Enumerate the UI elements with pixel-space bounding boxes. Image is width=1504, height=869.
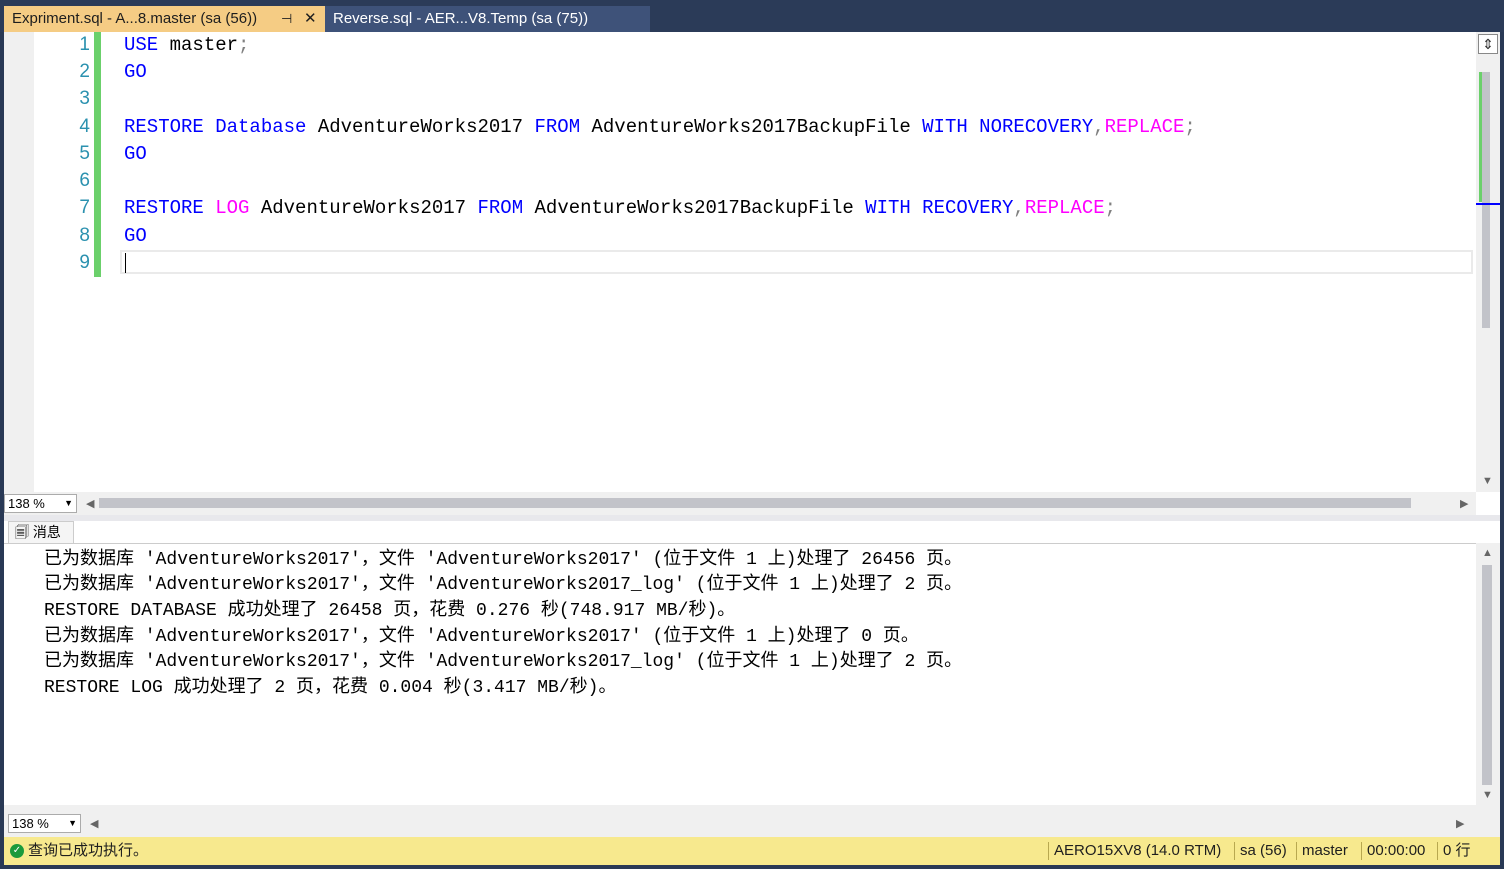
line-number: 4 [79, 116, 90, 137]
tab-label: Reverse.sql - AER...V8.Temp (sa (75)) [333, 10, 589, 27]
editor-vertical-scrollbar[interactable]: ⇕ ▼ [1476, 32, 1500, 492]
caret-position-marker [1476, 203, 1500, 205]
status-elapsed-time: 00:00:00 [1367, 842, 1426, 859]
code-line-1: USE master; [124, 34, 250, 56]
code-line-5: GO [124, 143, 147, 165]
close-icon[interactable]: ✕ [304, 6, 317, 32]
message-line: RESTORE DATABASE 成功处理了 26458 页，花费 0.276 … [44, 601, 736, 621]
message-line: 已为数据库 'AdventureWorks2017'，文件 'Adventure… [44, 627, 919, 647]
status-user: sa (56) [1240, 842, 1287, 859]
scroll-left-arrow-icon[interactable]: ◀ [90, 817, 98, 830]
zoom-select-messages[interactable]: 138 % ▼ [8, 814, 81, 833]
line-number: 9 [79, 252, 90, 273]
line-number: 7 [79, 197, 90, 218]
status-bar: ✓ 查询已成功执行。 AERO15XV8 (14.0 RTM) sa (56) … [4, 837, 1500, 865]
scroll-thumb[interactable] [1482, 565, 1492, 785]
chevron-down-icon: ▼ [68, 818, 77, 828]
line-number: 6 [79, 170, 90, 191]
query-editor[interactable]: 1 2 3 4 5 6 7 8 9 USE master; GO RESTORE… [4, 32, 1500, 492]
document-window: 1 2 3 4 5 6 7 8 9 USE master; GO RESTORE… [4, 32, 1500, 865]
messages-icon: 🗐 [15, 524, 29, 540]
line-number: 1 [79, 34, 90, 55]
status-message: 查询已成功执行。 [28, 842, 149, 859]
message-line: 已为数据库 'AdventureWorks2017'，文件 'Adventure… [44, 550, 963, 570]
horizontal-scroll-thumb[interactable] [99, 498, 1411, 508]
scroll-up-arrow-icon[interactable]: ▲ [1482, 547, 1493, 559]
status-server: AERO15XV8 (14.0 RTM) [1054, 842, 1222, 859]
messages-pane[interactable]: 已为数据库 'AdventureWorks2017'，文件 'Adventure… [4, 543, 1476, 806]
scroll-thumb[interactable] [1482, 72, 1490, 328]
message-line: 已为数据库 'AdventureWorks2017'，文件 'Adventure… [44, 575, 963, 595]
tab-messages[interactable]: 🗐 消息 [8, 521, 74, 543]
line-number: 5 [79, 143, 90, 164]
tab-label: Expriment.sql - A...8.master (sa (56)) [12, 10, 258, 27]
status-database: master [1302, 842, 1348, 859]
success-check-icon: ✓ [10, 844, 24, 858]
code-line-7: RESTORE LOG AdventureWorks2017 FROM Adve… [124, 197, 1117, 219]
line-number: 3 [79, 88, 90, 109]
code-line-2: GO [124, 61, 147, 83]
message-line: RESTORE LOG 成功处理了 2 页，花费 0.004 秒(3.417 M… [44, 678, 617, 698]
text-caret [125, 253, 126, 273]
messages-horizontal-bar: 138 % ▼ ◀ ▶ [4, 805, 1500, 837]
scroll-down-arrow-icon[interactable]: ▼ [1482, 475, 1493, 487]
scroll-right-arrow-icon[interactable]: ▶ [1456, 817, 1464, 830]
tab-expriment-sql[interactable]: Expriment.sql - A...8.master (sa (56)) ⊣… [4, 6, 325, 32]
status-row-count: 0 行 [1443, 842, 1471, 859]
line-number: 8 [79, 225, 90, 246]
zoom-select-editor[interactable]: 138 % ▼ [4, 494, 77, 513]
change-marker [1479, 72, 1482, 202]
chevron-down-icon: ▼ [64, 498, 73, 508]
code-line-4: RESTORE Database AdventureWorks2017 FROM… [124, 116, 1196, 138]
messages-vertical-scrollbar[interactable]: ▲ ▼ [1476, 543, 1500, 805]
scroll-down-arrow-icon[interactable]: ▼ [1482, 789, 1493, 801]
message-line: 已为数据库 'AdventureWorks2017'，文件 'Adventure… [44, 652, 963, 672]
pin-icon[interactable]: ⊣ [281, 6, 292, 32]
scroll-right-arrow-icon[interactable]: ▶ [1460, 497, 1468, 510]
split-icon[interactable]: ⇕ [1478, 34, 1498, 54]
line-number: 2 [79, 61, 90, 82]
current-line-highlight [120, 250, 1473, 274]
tab-bar: Expriment.sql - A...8.master (sa (56)) ⊣… [0, 0, 1504, 32]
code-line-8: GO [124, 225, 147, 247]
scroll-left-arrow-icon[interactable]: ◀ [86, 497, 94, 510]
pane-splitter[interactable] [4, 515, 1500, 521]
editor-horizontal-bar: 138 % ▼ ◀ ▶ [4, 492, 1476, 515]
change-tracking-bar [94, 32, 101, 277]
tab-reverse-sql[interactable]: Reverse.sql - AER...V8.Temp (sa (75)) [325, 6, 650, 32]
